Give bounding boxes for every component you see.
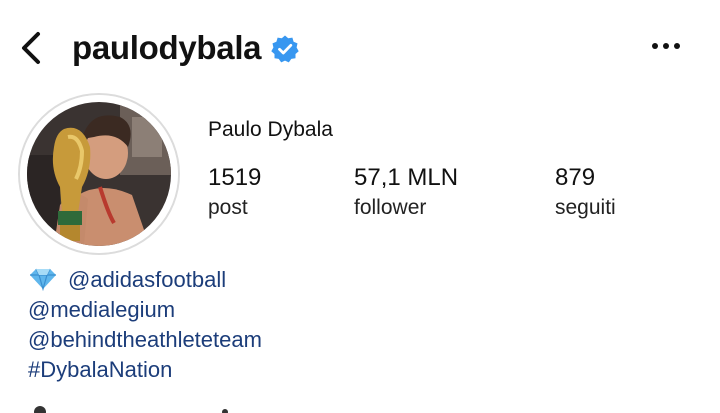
- chevron-left-icon: [22, 32, 40, 64]
- avatar-image: [20, 95, 178, 253]
- followers-count-stat[interactable]: 57,1 MLN follower: [354, 162, 458, 222]
- posts-count-stat[interactable]: 1519 post: [208, 162, 261, 222]
- gem-icon: [30, 268, 56, 291]
- profile-bio: @adidasfootball @medialegium @behindthea…: [28, 265, 668, 385]
- profile-username: paulodybala: [72, 29, 262, 66]
- avatar[interactable]: [18, 93, 180, 255]
- profile-header: paulodybala: [0, 0, 720, 96]
- more-options-button[interactable]: [646, 34, 686, 58]
- posts-count: 1519: [208, 164, 262, 191]
- back-button[interactable]: [14, 28, 50, 68]
- bio-mention-adidasfootball[interactable]: @adidasfootball: [28, 265, 668, 295]
- posts-label: post: [208, 196, 248, 219]
- followers-label: follower: [354, 196, 427, 219]
- bio-hashtag-dybalanation[interactable]: #DybalaNation: [28, 355, 668, 385]
- more-horizontal-icon: [652, 43, 680, 49]
- following-count: 879: [555, 164, 596, 191]
- verified-badge-icon: [271, 35, 299, 63]
- following-label: seguiti: [555, 196, 616, 219]
- profile-display-name: Paulo Dybala: [208, 118, 333, 141]
- bio-mention-medialegium[interactable]: @medialegium: [28, 295, 668, 325]
- followers-count: 57,1 MLN: [354, 164, 459, 191]
- bio-mention-behindtheathleteteam[interactable]: @behindtheathleteteam: [28, 325, 668, 355]
- following-count-stat[interactable]: 879 seguiti: [555, 162, 616, 222]
- bio-line-1: @adidasfootball: [68, 267, 227, 292]
